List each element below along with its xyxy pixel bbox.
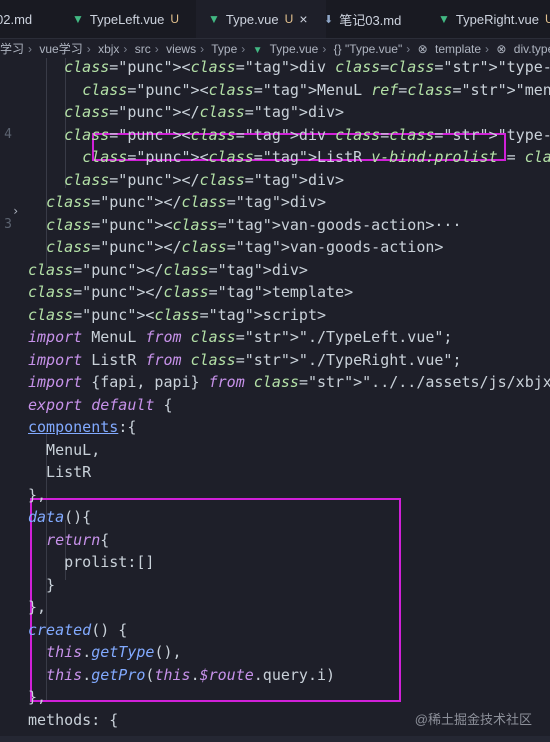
code-line[interactable]: }, xyxy=(0,484,550,507)
code-line[interactable]: class="punc"></class="tag">div> xyxy=(0,169,550,192)
tab-typeleft[interactable]: ▼ TypeLeft.vue U xyxy=(72,0,187,38)
code-text: }, xyxy=(28,598,47,616)
code-text: class="punc"></class="tag">div> xyxy=(64,170,345,189)
code-line[interactable]: class="punc"><class="tag">ListR v-bind:p… xyxy=(0,146,550,169)
code-line[interactable]: class="punc"><class="tag">MenuL ref=clas… xyxy=(0,79,550,102)
code-line[interactable]: }, xyxy=(0,686,550,709)
breadcrumb-item[interactable]: div.type xyxy=(514,42,550,56)
code-text: class="punc"><class="tag">script> xyxy=(28,305,327,324)
markdown-file-icon: ⬇ xyxy=(324,13,334,26)
code-text: components:{ xyxy=(28,418,137,436)
code-line[interactable]: 4 class="punc"><class="tag">div class=cl… xyxy=(0,124,550,147)
code-line[interactable]: class="punc"></class="tag">template> xyxy=(0,281,550,304)
code-line[interactable]: } xyxy=(0,574,550,597)
line-number: 3 xyxy=(4,216,12,232)
breadcrumb: 学习 › vue学习 › xbjx › src › views › Type › ▼ Typ… xyxy=(0,39,550,59)
code-line[interactable]: this.getPro(this.$route.query.i) xyxy=(0,664,550,687)
code-text: class="punc"><class="tag">div class=clas… xyxy=(64,125,550,144)
code-text: } xyxy=(28,575,56,594)
breadcrumb-item[interactable]: Type xyxy=(211,42,237,56)
line-number: 4 xyxy=(4,126,12,142)
tab-label: 02.md xyxy=(0,11,33,27)
vue-file-icon: ▼ xyxy=(72,12,84,26)
code-line[interactable]: export default { xyxy=(0,394,550,417)
code-text: this.getType(), xyxy=(46,643,182,661)
code-line[interactable]: methods: { xyxy=(0,709,550,732)
code-text: ListR xyxy=(28,463,92,481)
code-text: created() { xyxy=(28,620,128,639)
code-line[interactable]: return{ xyxy=(0,529,550,552)
code-text: data(){ xyxy=(28,508,92,526)
code-text: class="punc"><class="tag">ListR v-bind:p… xyxy=(82,148,550,166)
code-line[interactable]: created() { xyxy=(0,619,550,642)
code-text: class="punc"></class="tag">van-goods-act… xyxy=(46,238,444,256)
breadcrumb-item[interactable]: {} "Type.vue" xyxy=(334,42,403,56)
editor-tab-bar: 02.md ▼ TypeLeft.vue U ▼ Type.vue U × ⬇ … xyxy=(0,0,550,39)
code-text: import MenuL from class="str">"./TypeLef… xyxy=(28,328,453,346)
tab-label: 笔记03.md xyxy=(339,12,402,28)
breadcrumb-item[interactable]: src xyxy=(135,42,151,56)
code-line[interactable]: ListR xyxy=(0,461,550,484)
code-text: this.getPro(this.$route.query.i) xyxy=(46,665,336,684)
code-line[interactable]: class="punc"></class="tag">div> xyxy=(0,101,550,124)
code-text: import ListR from class="str">"./TypeRig… xyxy=(28,350,462,369)
code-line[interactable]: class="punc"><class="tag">div class=clas… xyxy=(0,58,550,79)
breadcrumb-item[interactable]: vue学习 xyxy=(39,42,82,56)
code-line[interactable]: import {fapi, papi} from class="str">"..… xyxy=(0,371,550,394)
code-text: class="punc"></class="tag">div> xyxy=(64,103,345,121)
code-text: }, xyxy=(28,688,47,706)
tab-type[interactable]: ▼ Type.vue U × xyxy=(196,0,326,38)
code-line[interactable]: components:{ xyxy=(0,416,550,439)
code-text: methods: { xyxy=(28,710,119,729)
status-bar xyxy=(0,736,550,742)
code-text: class="punc"><class="tag">van-goods-acti… xyxy=(46,215,462,234)
code-text: class="punc"><class="tag">MenuL ref=clas… xyxy=(82,80,550,99)
code-text: }, xyxy=(28,485,47,504)
tab-notes-03[interactable]: ⬇ 笔记03.md xyxy=(324,0,424,38)
breadcrumb-item[interactable]: Type.vue xyxy=(270,42,319,56)
code-line[interactable]: }, xyxy=(0,596,550,619)
code-text: class="punc"></class="tag">template> xyxy=(28,283,354,301)
vue-file-icon: ▼ xyxy=(252,45,263,56)
code-text: prolist:[] xyxy=(28,553,155,571)
tab-label: TypeLeft.vue xyxy=(89,11,165,27)
code-line[interactable]: import ListR from class="str">"./TypeRig… xyxy=(0,349,550,372)
tab-typeright[interactable]: ▼ TypeRight.vue U xyxy=(438,0,550,38)
tab-label: TypeRight.vue xyxy=(455,11,539,27)
code-editor[interactable]: › @稀土掘金技术社区 class="punc"><class="tag">di… xyxy=(0,58,550,742)
tab-notes-02[interactable]: 02.md xyxy=(0,0,54,38)
code-text: return{ xyxy=(46,530,110,549)
close-icon[interactable]: × xyxy=(299,11,307,27)
code-text: class="punc"><class="tag">div class=clas… xyxy=(64,58,550,76)
code-line[interactable]: data(){ xyxy=(0,506,550,529)
code-text: export default { xyxy=(28,395,173,414)
tab-label: Type.vue xyxy=(225,11,279,27)
untracked-badge: U xyxy=(170,12,180,26)
code-text: class="punc"></class="tag">div> xyxy=(28,260,308,279)
breadcrumb-item[interactable]: template xyxy=(435,42,481,56)
element-icon: ⊗ xyxy=(496,42,507,56)
code-line[interactable]: 3 class="punc"><class="tag">van-goods-ac… xyxy=(0,214,550,237)
untracked-badge: U xyxy=(284,12,294,26)
code-line[interactable]: this.getType(), xyxy=(0,641,550,664)
code-text: import {fapi, papi} from class="str">"..… xyxy=(28,373,550,391)
breadcrumb-item[interactable]: xbjx xyxy=(98,42,119,56)
code-text: MenuL, xyxy=(28,440,101,459)
code-line[interactable]: class="punc"><class="tag">script> xyxy=(0,304,550,327)
code-line[interactable]: class="punc"></class="tag">van-goods-act… xyxy=(0,236,550,259)
vue-file-icon: ▼ xyxy=(438,12,450,26)
vue-file-icon: ▼ xyxy=(208,12,220,26)
code-line[interactable]: prolist:[] xyxy=(0,551,550,574)
code-line[interactable]: import MenuL from class="str">"./TypeLef… xyxy=(0,326,550,349)
breadcrumb-item[interactable]: 学习 xyxy=(0,42,24,56)
breadcrumb-item[interactable]: views xyxy=(166,42,196,56)
element-icon: ⊗ xyxy=(417,42,428,56)
untracked-badge: U xyxy=(545,12,550,26)
code-text: class="punc"></class="tag">div> xyxy=(46,193,327,211)
code-line[interactable]: class="punc"></class="tag">div> xyxy=(0,259,550,282)
code-line[interactable]: MenuL, xyxy=(0,439,550,462)
code-line[interactable]: class="punc"></class="tag">div> xyxy=(0,191,550,214)
